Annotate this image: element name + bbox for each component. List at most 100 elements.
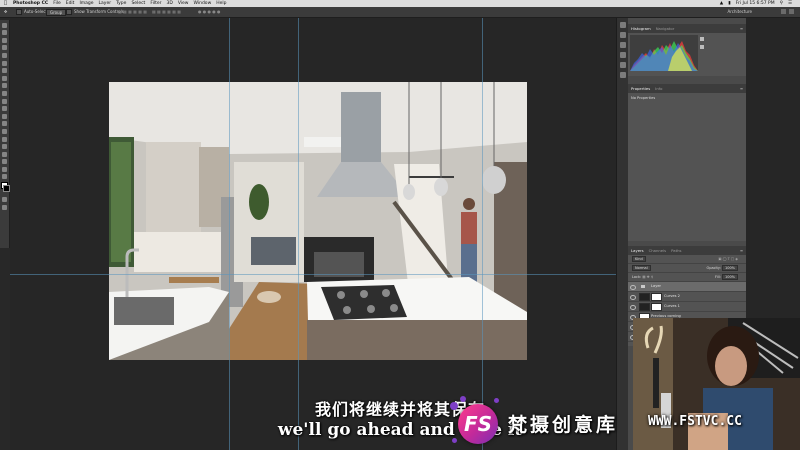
gradient-tool-icon[interactable] bbox=[2, 106, 7, 112]
lasso-tool-icon[interactable] bbox=[2, 37, 7, 43]
kitchen-photo-image bbox=[109, 82, 527, 360]
menu-layer[interactable]: Layer bbox=[99, 0, 112, 7]
list-icon[interactable]: ☰ bbox=[788, 0, 792, 7]
auto-select-checkbox[interactable]: Auto-Select: bbox=[16, 7, 49, 17]
guide-line bbox=[229, 18, 230, 450]
clock[interactable]: Fri Jul 15 6:57 PM bbox=[736, 0, 775, 7]
eye-icon[interactable] bbox=[630, 305, 636, 310]
app-menu: Photoshop CC File Edit Image Layer Type … bbox=[13, 0, 227, 7]
lock-icons[interactable]: ▦ ✚ ⚴ bbox=[642, 275, 653, 279]
blur-tool-icon[interactable] bbox=[2, 113, 7, 119]
shape-tool-icon[interactable] bbox=[2, 151, 7, 157]
apple-icon[interactable]:  bbox=[4, 0, 7, 7]
3d-mode-buttons[interactable]: ● ● ● ● ● bbox=[198, 7, 221, 17]
crop-tool-icon[interactable] bbox=[2, 52, 7, 58]
menu-filter[interactable]: Filter bbox=[150, 0, 161, 7]
menu-image[interactable]: Image bbox=[79, 0, 93, 7]
menu-app-name[interactable]: Photoshop CC bbox=[13, 0, 48, 7]
menu-edit[interactable]: Edit bbox=[66, 0, 75, 7]
layer-mask-thumbnail[interactable] bbox=[651, 293, 662, 301]
paragraph-icon[interactable] bbox=[619, 72, 626, 78]
menu-view[interactable]: View bbox=[178, 0, 189, 7]
type-tool-icon[interactable] bbox=[2, 136, 7, 142]
opacity-label: Opacity: bbox=[706, 266, 721, 270]
tab-layers[interactable]: Layers bbox=[631, 246, 644, 255]
canvas-area[interactable] bbox=[10, 18, 616, 450]
eyedropper-tool-icon[interactable] bbox=[2, 60, 7, 66]
eraser-tool-icon[interactable] bbox=[2, 98, 7, 104]
history-icon[interactable] bbox=[619, 22, 626, 28]
histogram-panel-tabs: Histogram Navigator ≡ bbox=[628, 24, 746, 33]
layer-row[interactable]: Curves 1 bbox=[628, 302, 746, 312]
refresh-icon[interactable] bbox=[700, 45, 704, 49]
fs-logo: FS bbox=[458, 404, 498, 444]
move-tool-icon[interactable]: ✥ bbox=[4, 7, 7, 17]
opacity-field[interactable]: 100% bbox=[721, 265, 738, 271]
histogram-panel: Histogram Navigator ≡ bbox=[628, 24, 746, 76]
menu-type[interactable]: Type bbox=[116, 0, 126, 7]
quick-select-tool-icon[interactable] bbox=[2, 45, 7, 51]
hand-tool-icon[interactable] bbox=[2, 159, 7, 165]
actions-icon[interactable] bbox=[619, 32, 626, 38]
panel-menu-icon[interactable]: ≡ bbox=[740, 24, 743, 33]
marquee-tool-icon[interactable] bbox=[2, 30, 7, 36]
brush-presets-icon[interactable] bbox=[619, 52, 626, 58]
path-select-tool-icon[interactable] bbox=[2, 144, 7, 150]
kitchen-photo[interactable] bbox=[109, 82, 527, 360]
filter-icons[interactable]: ▣ ◯ T □ ◈ bbox=[718, 255, 738, 263]
fill-field[interactable]: 100% bbox=[721, 274, 738, 280]
quick-mask-icon[interactable] bbox=[2, 197, 7, 203]
tab-navigator[interactable]: Navigator bbox=[656, 24, 675, 33]
layer-row[interactable]: Layer bbox=[628, 282, 746, 292]
brush-tool-icon[interactable] bbox=[2, 75, 7, 81]
align-buttons[interactable]: ▦ ▦ ▦ ▦ ▦ ▦ bbox=[118, 7, 147, 17]
menu-select[interactable]: Select bbox=[131, 0, 145, 7]
menu-window[interactable]: Window bbox=[194, 0, 212, 7]
layer-filter-row: Kind ▣ ◯ T □ ◈ bbox=[628, 255, 746, 264]
more-tools-icon[interactable] bbox=[2, 174, 7, 180]
panel-menu-icon[interactable]: ≡ bbox=[740, 246, 743, 255]
tab-histogram[interactable]: Histogram bbox=[631, 24, 651, 33]
menu-file[interactable]: File bbox=[53, 0, 61, 7]
pen-tool-icon[interactable] bbox=[2, 128, 7, 134]
zoom-tool-icon[interactable] bbox=[2, 166, 7, 172]
layer-row[interactable]: Curves 2 bbox=[628, 292, 746, 302]
menu-help[interactable]: Help bbox=[216, 0, 226, 7]
search-icon[interactable] bbox=[781, 9, 786, 14]
workspace-switcher[interactable]: Architecture bbox=[728, 7, 753, 17]
layer-filter-dropdown[interactable]: Kind bbox=[632, 256, 646, 262]
panel-menu-icon[interactable]: ≡ bbox=[740, 84, 743, 93]
color-swatches bbox=[0, 182, 10, 194]
eye-icon[interactable] bbox=[630, 285, 636, 290]
move-tool-icon[interactable] bbox=[2, 22, 7, 28]
clone-stamp-tool-icon[interactable] bbox=[2, 83, 7, 89]
tab-info[interactable]: Info bbox=[655, 84, 662, 93]
tab-properties[interactable]: Properties bbox=[631, 84, 650, 93]
workspace-icon[interactable] bbox=[789, 9, 794, 14]
history-brush-tool-icon[interactable] bbox=[2, 90, 7, 96]
dodge-tool-icon[interactable] bbox=[2, 121, 7, 127]
auto-select-dropdown[interactable]: Group bbox=[46, 7, 67, 17]
screen-mode-icon[interactable] bbox=[2, 204, 7, 210]
tab-channels[interactable]: Channels bbox=[649, 246, 667, 255]
background-color-swatch[interactable] bbox=[3, 185, 10, 193]
guide-line bbox=[482, 18, 483, 450]
swatches-icon[interactable] bbox=[619, 42, 626, 48]
tab-paths[interactable]: Paths bbox=[671, 246, 681, 255]
auto-select-value: Group bbox=[46, 8, 67, 16]
layers-panel-tabs: Layers Channels Paths ≡ bbox=[628, 246, 746, 255]
search-icon[interactable]: ⚲ bbox=[780, 0, 783, 7]
battery-icon[interactable]: ▮ bbox=[728, 0, 730, 7]
show-transform-checkbox[interactable]: Show Transform Controls bbox=[66, 7, 124, 17]
eye-icon[interactable] bbox=[630, 295, 636, 300]
distribute-buttons[interactable]: ▦ ▦ ▦ ▦ ▦ ▦ bbox=[152, 7, 181, 17]
healing-tool-icon[interactable] bbox=[2, 68, 7, 74]
wifi-icon[interactable]: ▲ bbox=[720, 0, 723, 7]
blend-mode-dropdown[interactable]: Normal bbox=[632, 265, 651, 271]
menu-3d[interactable]: 3D bbox=[166, 0, 172, 7]
fill-label: Fill: bbox=[715, 275, 721, 279]
character-icon[interactable] bbox=[619, 62, 626, 68]
warning-icon[interactable] bbox=[700, 37, 704, 41]
curves-adjustment-icon bbox=[639, 293, 650, 301]
layer-mask-thumbnail[interactable] bbox=[651, 303, 662, 311]
